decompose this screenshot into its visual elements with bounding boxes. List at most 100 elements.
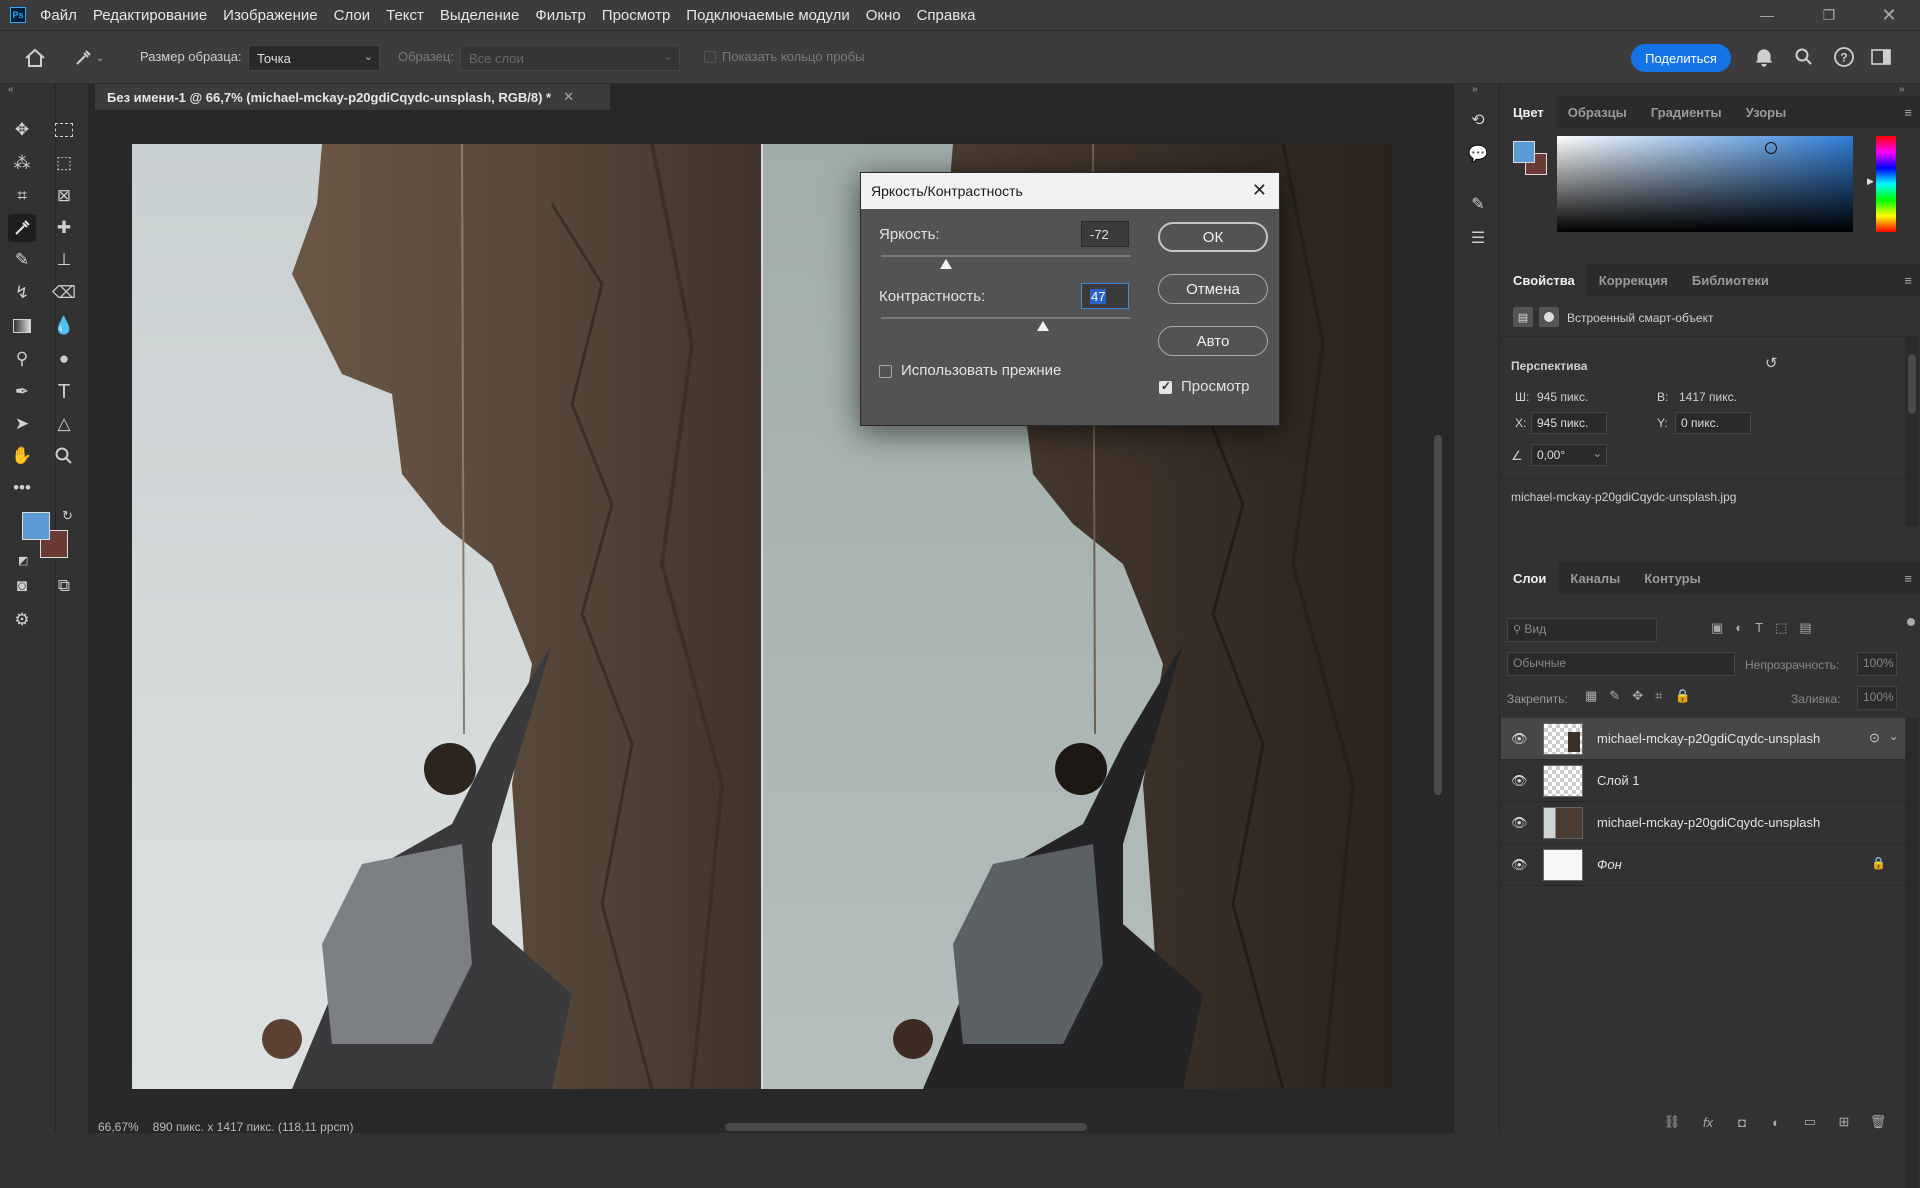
auto-button[interactable]: Авто [1158,326,1268,356]
filter-toggle-icon[interactable] [1907,618,1915,626]
lock-icon[interactable]: 🔒 [1871,856,1886,870]
menu-type[interactable]: Текст [386,7,424,24]
menu-help[interactable]: Справка [917,7,976,24]
brightness-slider-thumb[interactable] [940,259,952,269]
menu-window[interactable]: Окно [866,7,901,24]
more-tools-icon[interactable]: ••• [8,474,36,502]
filter-pixel-icon[interactable]: ▣ [1711,620,1723,636]
lock-position-icon[interactable]: ✥ [1632,688,1643,704]
close-icon[interactable]: ✕ [1252,180,1267,201]
layer-row[interactable]: 👁 Слой 1 [1501,760,1906,802]
smart-object-icon[interactable]: ▤ [1513,307,1533,327]
restore-icon[interactable]: ❐ [1806,0,1852,30]
opacity-field[interactable]: 100% [1857,652,1897,676]
reset-icon[interactable]: ↺ [1765,354,1778,372]
zoom-tool-icon[interactable] [50,442,78,470]
new-group-icon[interactable]: ▭ [1800,1113,1820,1131]
hand-tool-icon[interactable]: ✋ [8,442,36,470]
share-button[interactable]: Поделиться [1631,44,1731,72]
menu-filter[interactable]: Фильтр [535,7,585,24]
object-selection-tool-icon[interactable]: ⁂ [8,149,36,177]
filter-type-icon[interactable]: T [1755,620,1763,636]
visibility-eye-icon[interactable]: 👁 [1511,815,1528,831]
screen-mode-icon[interactable]: ⧉ [50,572,78,600]
healing-brush-tool-icon[interactable]: ✚ [50,214,78,242]
lock-transparency-icon[interactable]: ▦ [1585,688,1597,704]
cancel-button[interactable]: Отмена [1158,274,1268,304]
minimize-icon[interactable]: — [1744,0,1790,30]
dialog-titlebar[interactable]: Яркость/Контрастность ✕ [861,173,1279,209]
visibility-eye-icon[interactable]: 👁 [1511,773,1528,789]
move-tool-icon[interactable]: ✥ [8,116,36,144]
menu-edit[interactable]: Редактирование [93,7,207,24]
chevron-down-icon[interactable]: ⌄ [1889,730,1898,743]
workspace-icon[interactable] [1868,44,1894,70]
eyedropper-preset-icon[interactable]: ⌄ [74,45,110,71]
layer-row[interactable]: 👁 michael-mckay-p20gdiCqydc-unsplash [1501,802,1906,844]
contrast-slider[interactable] [881,317,1131,319]
edit-toolbar-icon[interactable]: ⚙ [8,606,36,634]
lock-artboard-icon[interactable]: ⌗ [1655,688,1662,704]
lock-pixels-icon[interactable]: ✎ [1609,688,1620,704]
visibility-eye-icon[interactable]: 👁 [1511,857,1528,873]
layer-row[interactable]: 👁 Фон 🔒 [1501,844,1906,886]
brightness-input[interactable]: -72 [1081,221,1129,247]
foreground-color-swatch[interactable] [22,512,50,540]
ok-button[interactable]: ОК [1158,222,1268,252]
menu-image[interactable]: Изображение [223,7,318,24]
color-field[interactable] [1557,136,1853,232]
quick-selection-tool-icon[interactable]: ⬚ [50,149,78,177]
filter-adjustment-icon[interactable]: ◐ [1735,620,1743,636]
hue-slider[interactable] [1876,136,1896,232]
default-colors-icon[interactable]: ◩ [18,554,28,567]
panel-menu-icon[interactable]: ≡ [1904,273,1912,288]
panel-menu-icon[interactable]: ≡ [1904,105,1912,120]
eyedropper-tool-icon[interactable] [8,214,36,242]
adjustments-icon[interactable]: ☰ [1466,226,1490,250]
visibility-eye-icon[interactable]: 👁 [1511,731,1528,747]
collapse-panels-icon[interactable]: » [1899,84,1905,95]
hue-slider-marker-icon[interactable]: ▶ [1867,176,1874,187]
marquee-tool-icon[interactable] [50,116,78,144]
sample-select[interactable]: Все слои ⌄ [460,45,680,71]
brush-tool-icon[interactable]: ✎ [8,246,36,274]
tab-color[interactable]: Цвет [1501,96,1556,128]
history-icon[interactable]: ⟲ [1466,108,1490,132]
menu-select[interactable]: Выделение [440,7,519,24]
help-icon[interactable]: ? [1831,44,1857,70]
scrollbar-thumb[interactable] [1434,435,1442,795]
blend-mode-select[interactable]: Обычные [1507,652,1735,676]
history-brush-tool-icon[interactable]: ↯ [8,279,36,307]
link-layers-icon[interactable]: ⛓ [1662,1113,1682,1131]
filter-smart-object-icon[interactable]: ▤ [1799,620,1811,636]
preview-checkbox[interactable] [1159,379,1172,394]
sample-size-select[interactable]: Точка ⌄ [248,45,380,71]
collapse-toolbar-icon[interactable]: « [8,84,14,95]
document-tab[interactable]: Без имени-1 @ 66,7% (michael-mckay-p20gd… [95,84,610,110]
filter-shape-icon[interactable]: ⬚ [1775,620,1787,636]
lock-all-icon[interactable]: 🔒 [1674,688,1690,704]
crop-tool-icon[interactable]: ⌗ [8,182,36,210]
add-mask-icon[interactable]: ◘ [1732,1113,1752,1131]
mask-icon[interactable] [1539,307,1559,327]
brightness-slider[interactable] [881,255,1131,257]
document-info[interactable]: 890 пикс. x 1417 пикс. (118,11 ppcm) [153,1120,354,1134]
fx-icon[interactable]: fx [1698,1113,1718,1131]
clone-stamp-tool-icon[interactable]: ⊥ [50,246,78,274]
tab-libraries[interactable]: Библиотеки [1680,264,1781,296]
eraser-tool-icon[interactable]: ⌫ [50,279,78,307]
pen-tool-icon[interactable]: ✒ [8,378,36,406]
layer-row[interactable]: 👁 michael-mckay-p20gdiCqydc-unsplash ⊙ ⌄ [1501,718,1906,760]
close-window-icon[interactable]: ✕ [1866,0,1912,30]
color-panel-foreground[interactable] [1513,141,1535,163]
zoom-level[interactable]: 66,67% [98,1120,139,1134]
frame-tool-icon[interactable]: ⊠ [50,182,78,210]
chevron-down-icon[interactable]: ⌄ [1593,447,1602,460]
delete-layer-icon[interactable]: 🗑 [1868,1113,1888,1131]
tab-gradients[interactable]: Градиенты [1639,96,1734,128]
new-adjustment-layer-icon[interactable]: ◐ [1766,1113,1786,1131]
vertical-scrollbar[interactable] [1428,110,1448,1110]
y-field[interactable]: 0 пикс. [1675,412,1751,434]
smart-filter-icon[interactable]: ⊙ [1869,730,1880,746]
type-tool-icon[interactable]: T [50,378,78,406]
